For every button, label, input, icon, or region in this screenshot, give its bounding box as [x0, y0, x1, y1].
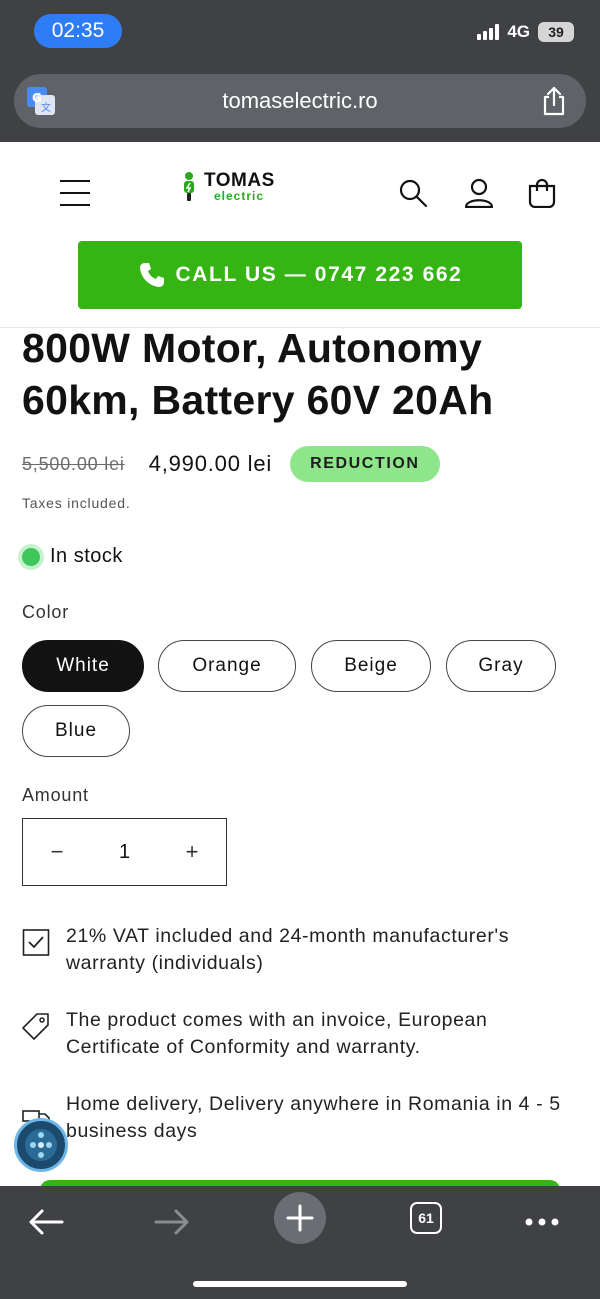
quantity-input[interactable]: 1 — [119, 841, 130, 864]
search-icon[interactable] — [398, 178, 428, 208]
network-type: 4G — [507, 22, 530, 41]
tag-icon — [22, 1013, 49, 1040]
battery-icon: 39 — [538, 22, 574, 42]
translate-icon[interactable]: G 文 — [26, 86, 56, 116]
scooter-logo-icon — [184, 172, 194, 201]
in-stock-dot-icon — [22, 547, 40, 566]
feature-vat-warranty: 21% VAT included and 24-month manufactur… — [22, 923, 582, 977]
feature-text: 21% VAT included and 24-month manufactur… — [66, 925, 510, 974]
color-option-blue[interactable]: Blue — [22, 705, 130, 757]
price-row: 5,500.00 lei 4,990.00 lei REDUCTION — [22, 446, 440, 482]
quantity-decrease-button[interactable]: − — [47, 839, 67, 865]
chat-widget-icon — [25, 1129, 57, 1161]
amount-label: Amount — [22, 785, 89, 805]
logo-main-text: TOMAS — [204, 169, 275, 191]
stock-status: In stock — [22, 545, 123, 568]
more-options-icon[interactable] — [522, 1202, 562, 1242]
color-option-beige[interactable]: Beige — [311, 640, 431, 692]
color-option-orange[interactable]: Orange — [158, 640, 296, 692]
taxes-note: Taxes included. — [22, 495, 131, 511]
phone-icon — [139, 263, 164, 287]
address-bar[interactable]: G 文 tomaselectric.ro — [14, 74, 586, 128]
feature-text: The product comes with an invoice, Europ… — [66, 1009, 488, 1058]
share-icon[interactable] — [540, 86, 568, 116]
back-icon[interactable] — [26, 1202, 66, 1242]
home-indicator — [193, 1281, 407, 1287]
status-time: 02:35 — [34, 14, 122, 48]
sale-price: 4,990.00 lei — [148, 451, 273, 476]
stock-text: In stock — [50, 545, 123, 567]
browser-top-bar: 02:35 4G 39 G 文 tomaselectric.ro — [0, 0, 600, 142]
original-price: 5,500.00 lei — [22, 453, 125, 474]
site-header: TOMAS electric CALL US — 0747 223 662 — [0, 142, 600, 328]
account-icon[interactable] — [464, 178, 494, 208]
color-option-gray[interactable]: Gray — [446, 640, 556, 692]
feature-home-delivery: Home delivery, Delivery anywhere in Roma… — [22, 1091, 582, 1145]
url-text[interactable]: tomaselectric.ro — [222, 88, 377, 114]
chat-widget-button[interactable] — [14, 1118, 68, 1172]
reduction-badge: REDUCTION — [290, 446, 440, 482]
product-title: 800W Motor, Autonomy 60km, Battery 60V 2… — [22, 325, 494, 423]
browser-bottom-bar: 61 — [0, 1186, 600, 1299]
forward-icon[interactable] — [152, 1202, 192, 1242]
feature-text: Home delivery, Delivery anywhere in Roma… — [66, 1093, 561, 1142]
quantity-stepper: − 1 + — [22, 818, 227, 886]
svg-text:文: 文 — [41, 101, 51, 114]
checkbox-icon — [22, 929, 50, 956]
new-tab-button[interactable] — [274, 1192, 326, 1244]
feature-invoice-certificate: The product comes with an invoice, Europ… — [22, 1007, 582, 1061]
site-logo[interactable]: TOMAS electric — [178, 170, 275, 202]
call-us-button[interactable]: CALL US — 0747 223 662 — [78, 241, 522, 309]
menu-icon[interactable] — [60, 180, 90, 206]
signal-icon — [477, 24, 500, 40]
status-indicators: 4G 39 — [477, 22, 574, 42]
color-option-white[interactable]: White — [22, 640, 144, 692]
plus-icon — [286, 1204, 314, 1232]
color-label: Color — [22, 602, 70, 622]
tabs-count-button[interactable]: 61 — [410, 1202, 442, 1234]
logo-sub-text: electric — [214, 188, 265, 203]
cart-icon[interactable] — [527, 178, 557, 208]
quantity-increase-button[interactable]: + — [182, 839, 202, 865]
call-us-label: CALL US — 0747 223 662 — [175, 263, 463, 286]
